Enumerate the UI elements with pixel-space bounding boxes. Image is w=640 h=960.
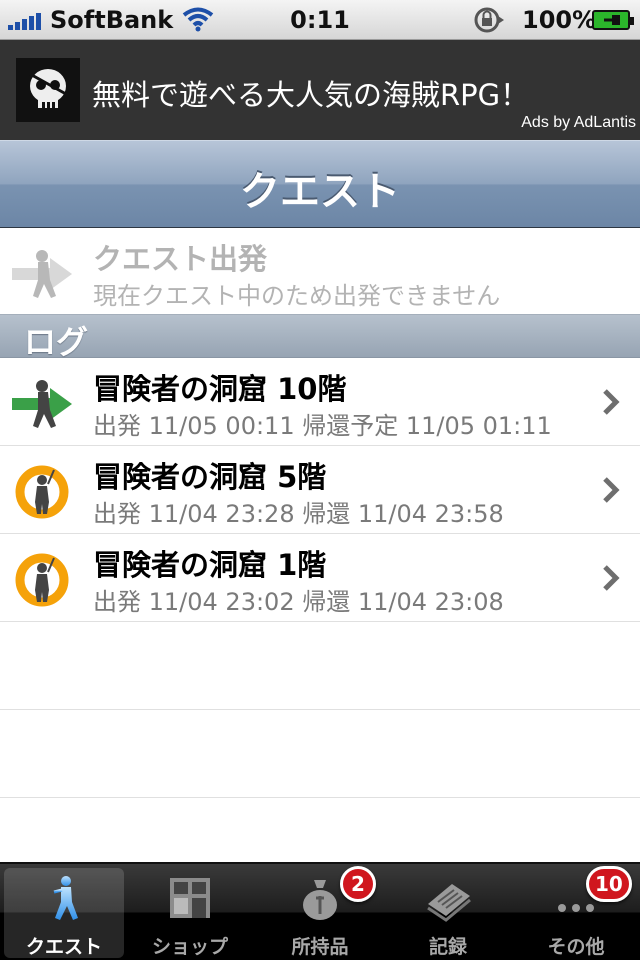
battery-percentage: 100% <box>522 6 597 34</box>
empty-row <box>0 622 640 710</box>
start-quest-subtitle: 現在クエスト中のため出発できません <box>93 282 501 310</box>
navigation-bar: クエスト <box>0 140 640 228</box>
empty-row <box>0 798 640 862</box>
ad-banner[interactable]: 無料で遊べる大人気の海賊RPG！ Ads by AdLantis <box>0 40 640 140</box>
tab-quest[interactable]: クエスト <box>4 868 124 958</box>
start-quest-row: クエスト出発 現在クエスト中のため出発できません <box>0 228 640 316</box>
log-row-3[interactable]: 冒険者の洞窟 1階 出発 11/04 23:02 帰還 11/04 23:08 <box>0 534 640 622</box>
log-title: 冒険者の洞窟 5階 <box>93 460 327 494</box>
log-title: 冒険者の洞窟 10階 <box>93 372 347 406</box>
returned-adventurer-icon <box>15 553 69 607</box>
ad-text: 無料で遊べる大人気の海賊RPG！ <box>92 78 530 112</box>
log-title: 冒険者の洞窟 1階 <box>93 548 327 582</box>
tab-records[interactable]: 記録 <box>388 868 508 958</box>
chevron-right-icon <box>603 477 620 503</box>
shop-icon <box>170 878 210 918</box>
start-quest-title: クエスト出発 <box>93 242 268 276</box>
adventurer-icon <box>53 876 78 920</box>
tab-label: その他 <box>547 936 605 958</box>
log-section-header: ログ <box>0 314 640 361</box>
bag-icon <box>303 880 337 920</box>
battery-icon <box>592 10 634 30</box>
inventory-badge: 2 <box>340 866 376 902</box>
adventurer-arrow-icon <box>12 250 72 298</box>
log-section-title: ログ <box>24 323 89 361</box>
returned-adventurer-icon <box>15 465 69 519</box>
log-subtitle: 出発 11/04 23:02 帰還 11/04 23:08 <box>93 588 504 616</box>
skull-icon <box>16 58 80 122</box>
log-subtitle: 出発 11/04 23:28 帰還 11/04 23:58 <box>93 500 504 528</box>
other-badge: 10 <box>586 866 632 902</box>
log-subtitle: 出発 11/05 00:11 帰還予定 11/05 01:11 <box>93 412 552 440</box>
tab-label: クエスト <box>25 936 102 958</box>
tab-label: 記録 <box>428 936 467 958</box>
records-icon <box>427 884 471 922</box>
chevron-right-icon <box>603 389 620 415</box>
tab-label: ショップ <box>151 936 228 958</box>
log-row-2[interactable]: 冒険者の洞窟 5階 出発 11/04 23:28 帰還 11/04 23:58 <box>0 446 640 534</box>
ad-credit: Ads by AdLantis <box>521 114 636 131</box>
status-bar: SoftBank 0:11 100% <box>0 0 640 40</box>
adventurer-arrow-icon <box>12 380 72 428</box>
rotation-lock-icon <box>474 7 504 33</box>
tab-bar: クエスト ショップ 所持品 2 記録 その他 10 <box>0 862 640 960</box>
tab-label: 所持品 <box>291 936 349 958</box>
empty-row <box>0 710 640 798</box>
tab-shop[interactable]: ショップ <box>130 868 250 958</box>
chevron-right-icon <box>603 565 620 591</box>
log-row-1[interactable]: 冒険者の洞窟 10階 出発 11/05 00:11 帰還予定 11/05 01:… <box>0 358 640 446</box>
page-title: クエスト <box>240 169 400 215</box>
